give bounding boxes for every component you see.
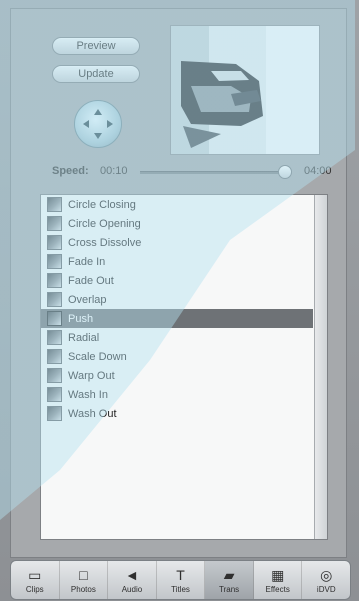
transition-item[interactable]: Radial — [41, 328, 313, 347]
transition-label: Scale Down — [68, 350, 127, 363]
titles-icon: T — [176, 566, 185, 583]
direction-control[interactable] — [74, 100, 122, 148]
list-scrollbar[interactable] — [314, 195, 327, 539]
photos-label: Photos — [70, 584, 96, 594]
transition-label: Wash Out — [68, 407, 117, 420]
speed-start-value: 00:10 — [100, 165, 128, 177]
transition-thumbnail-icon — [47, 330, 62, 345]
transition-item[interactable]: Overlap — [41, 290, 313, 309]
transition-thumbnail-icon — [47, 368, 62, 383]
transition-thumbnail-icon — [47, 311, 62, 326]
speed-slider-handle[interactable] — [278, 165, 292, 179]
effects-icon: ▦ — [271, 566, 285, 583]
transition-item[interactable]: Fade Out — [41, 271, 313, 290]
titles-button[interactable]: T Titles — [157, 561, 206, 599]
transition-preview-thumbnail — [170, 25, 320, 155]
audio-icon: ◄ — [125, 566, 139, 583]
update-button[interactable]: Update — [52, 65, 140, 83]
transition-item[interactable]: Circle Closing — [41, 195, 313, 214]
preview-button[interactable]: Preview — [52, 37, 140, 55]
transition-label: Circle Closing — [68, 198, 136, 211]
transition-thumbnail-icon — [47, 235, 62, 250]
transition-thumbnail-icon — [47, 292, 62, 307]
transition-thumbnail-icon — [47, 387, 62, 402]
clips-button[interactable]: ▭ Clips — [11, 561, 60, 599]
transition-label: Fade In — [68, 255, 106, 268]
speed-slider[interactable] — [140, 171, 286, 174]
titles-label: Titles — [171, 584, 190, 594]
transition-item[interactable]: Wash In — [41, 385, 313, 404]
trans-label: Trans — [219, 584, 240, 594]
transition-item[interactable]: Wash Out — [41, 404, 313, 423]
idvd-button[interactable]: ◎ iDVD — [302, 561, 350, 599]
transition-label: Circle Opening — [68, 217, 141, 230]
photos-button[interactable]: □ Photos — [60, 561, 109, 599]
arrow-directions-icon — [83, 109, 113, 139]
idvd-icon: ◎ — [320, 566, 333, 583]
transition-thumbnail-icon — [47, 216, 62, 231]
trans-button[interactable]: ▰ Trans — [205, 561, 254, 599]
transition-thumbnail-icon — [47, 197, 62, 212]
photos-icon: □ — [79, 566, 88, 583]
speed-end-value: 04:00 — [304, 165, 332, 177]
transition-thumbnail-icon — [47, 273, 62, 288]
transition-label: Cross Dissolve — [68, 236, 142, 249]
audio-button[interactable]: ◄ Audio — [108, 561, 157, 599]
transition-item[interactable]: Scale Down — [41, 347, 313, 366]
transition-label: Overlap — [68, 293, 107, 306]
idvd-label: iDVD — [316, 584, 336, 594]
audio-label: Audio — [121, 584, 143, 594]
transition-item[interactable]: Warp Out — [41, 366, 313, 385]
transition-label: Fade Out — [68, 274, 114, 287]
transition-thumbnail-icon — [47, 254, 62, 269]
transition-label: Radial — [68, 331, 100, 344]
transition-item[interactable]: Circle Opening — [41, 214, 313, 233]
transition-item[interactable]: Cross Dissolve — [41, 233, 313, 252]
clips-icon: ▭ — [28, 566, 42, 583]
effects-button[interactable]: ▦ Effects — [254, 561, 303, 599]
transition-label: Warp Out — [68, 369, 115, 382]
transition-thumbnail-icon — [47, 406, 62, 421]
transition-label: Wash In — [68, 388, 108, 401]
transition-item[interactable]: Fade In — [41, 252, 313, 271]
transitions-icon: ▰ — [223, 566, 235, 583]
effects-label: Effects — [265, 584, 290, 594]
speed-label: Speed: — [52, 165, 89, 177]
transition-thumbnail-icon — [47, 349, 62, 364]
transitions-list: Circle Closing Circle Opening Cross Dissol… — [40, 194, 328, 540]
clips-label: Clips — [25, 584, 44, 594]
bottom-toolbar: ▭ Clips □ Photos ◄ Audio T Titles ▰ Tran… — [10, 560, 351, 600]
transition-item[interactable]: Push — [41, 309, 313, 328]
transition-label: Push — [68, 312, 94, 325]
